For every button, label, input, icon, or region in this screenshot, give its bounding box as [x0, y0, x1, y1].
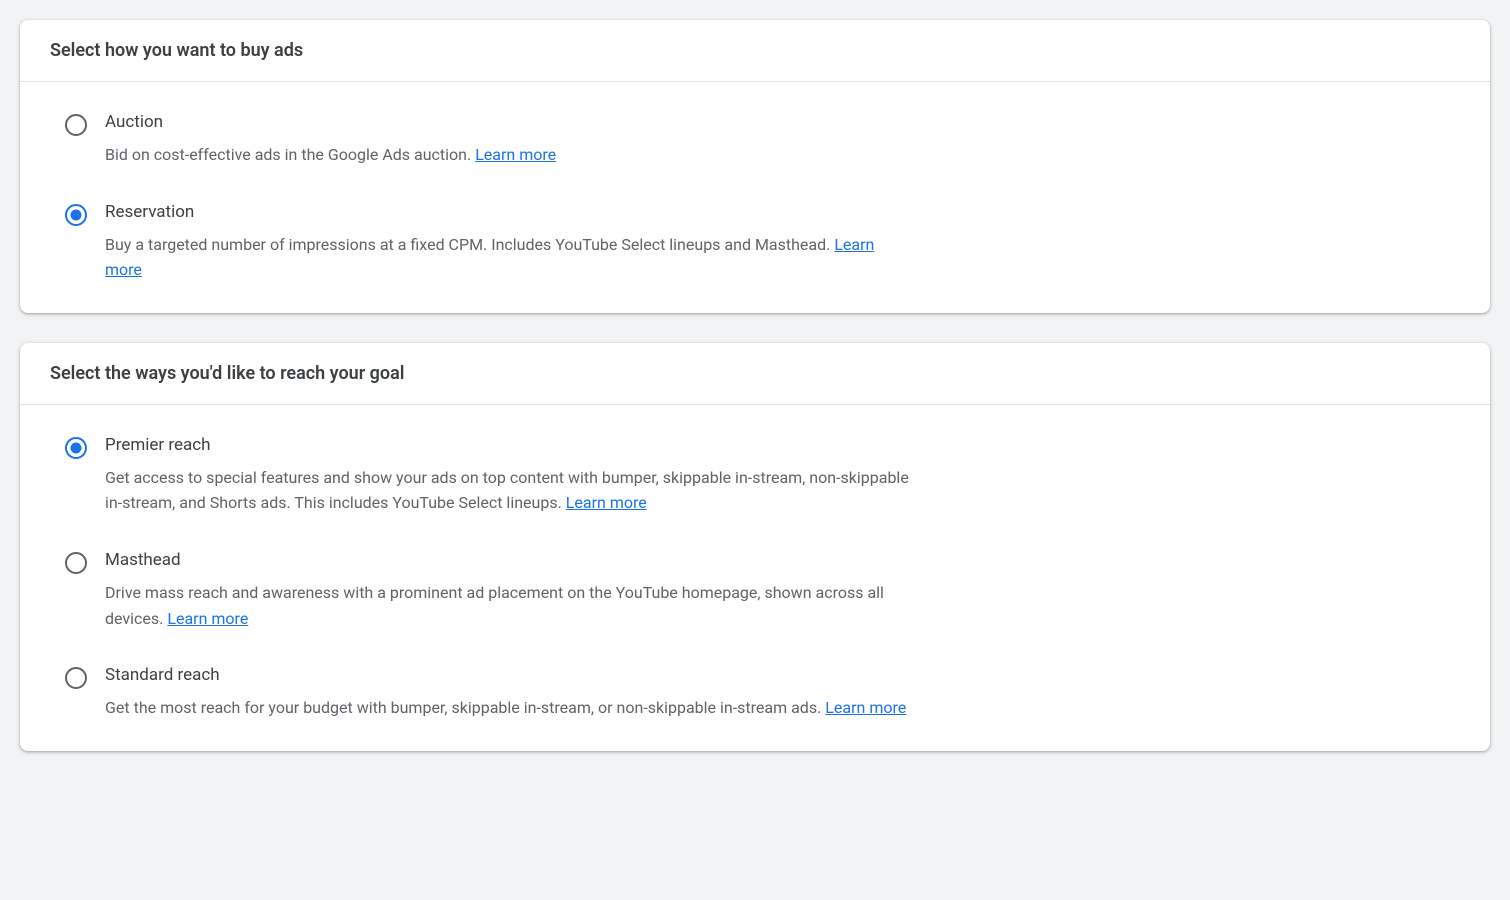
reach-goal-header: Select the ways you'd like to reach your… [20, 343, 1490, 405]
learn-more-auction[interactable]: Learn more [475, 145, 556, 164]
option-masthead-label: Masthead [105, 550, 915, 570]
option-premier-label: Premier reach [105, 435, 915, 455]
option-premier-content: Premier reach Get access to special feat… [105, 435, 915, 516]
option-auction-content: Auction Bid on cost-effective ads in the… [105, 112, 915, 168]
option-standard-content: Standard reach Get the most reach for yo… [105, 665, 915, 721]
radio-auction[interactable] [65, 114, 87, 136]
reach-goal-body: Premier reach Get access to special feat… [20, 405, 1490, 751]
buy-ads-section: Select how you want to buy ads Auction B… [20, 20, 1490, 313]
learn-more-premier[interactable]: Learn more [566, 493, 647, 512]
radio-masthead[interactable] [65, 552, 87, 574]
learn-more-masthead[interactable]: Learn more [167, 609, 248, 628]
option-standard-label: Standard reach [105, 665, 915, 685]
reach-goal-section: Select the ways you'd like to reach your… [20, 343, 1490, 751]
option-masthead-content: Masthead Drive mass reach and awareness … [105, 550, 915, 631]
radio-premier[interactable] [65, 437, 87, 459]
option-reservation-content: Reservation Buy a targeted number of imp… [105, 202, 915, 283]
option-premier-desc: Get access to special features and show … [105, 465, 915, 516]
radio-standard[interactable] [65, 667, 87, 689]
option-standard-desc: Get the most reach for your budget with … [105, 695, 915, 721]
option-reservation-label: Reservation [105, 202, 915, 222]
option-premier[interactable]: Premier reach Get access to special feat… [65, 435, 1460, 516]
radio-reservation[interactable] [65, 204, 87, 226]
buy-ads-body: Auction Bid on cost-effective ads in the… [20, 82, 1490, 313]
option-auction[interactable]: Auction Bid on cost-effective ads in the… [65, 112, 1460, 168]
learn-more-standard[interactable]: Learn more [825, 698, 906, 717]
buy-ads-header: Select how you want to buy ads [20, 20, 1490, 82]
option-masthead-desc: Drive mass reach and awareness with a pr… [105, 580, 915, 631]
option-masthead[interactable]: Masthead Drive mass reach and awareness … [65, 550, 1460, 631]
buy-ads-title: Select how you want to buy ads [50, 40, 1460, 61]
option-reservation[interactable]: Reservation Buy a targeted number of imp… [65, 202, 1460, 283]
option-reservation-desc: Buy a targeted number of impressions at … [105, 232, 915, 283]
reach-goal-title: Select the ways you'd like to reach your… [50, 363, 1460, 384]
option-auction-label: Auction [105, 112, 915, 132]
option-auction-desc: Bid on cost-effective ads in the Google … [105, 142, 915, 168]
option-standard[interactable]: Standard reach Get the most reach for yo… [65, 665, 1460, 721]
